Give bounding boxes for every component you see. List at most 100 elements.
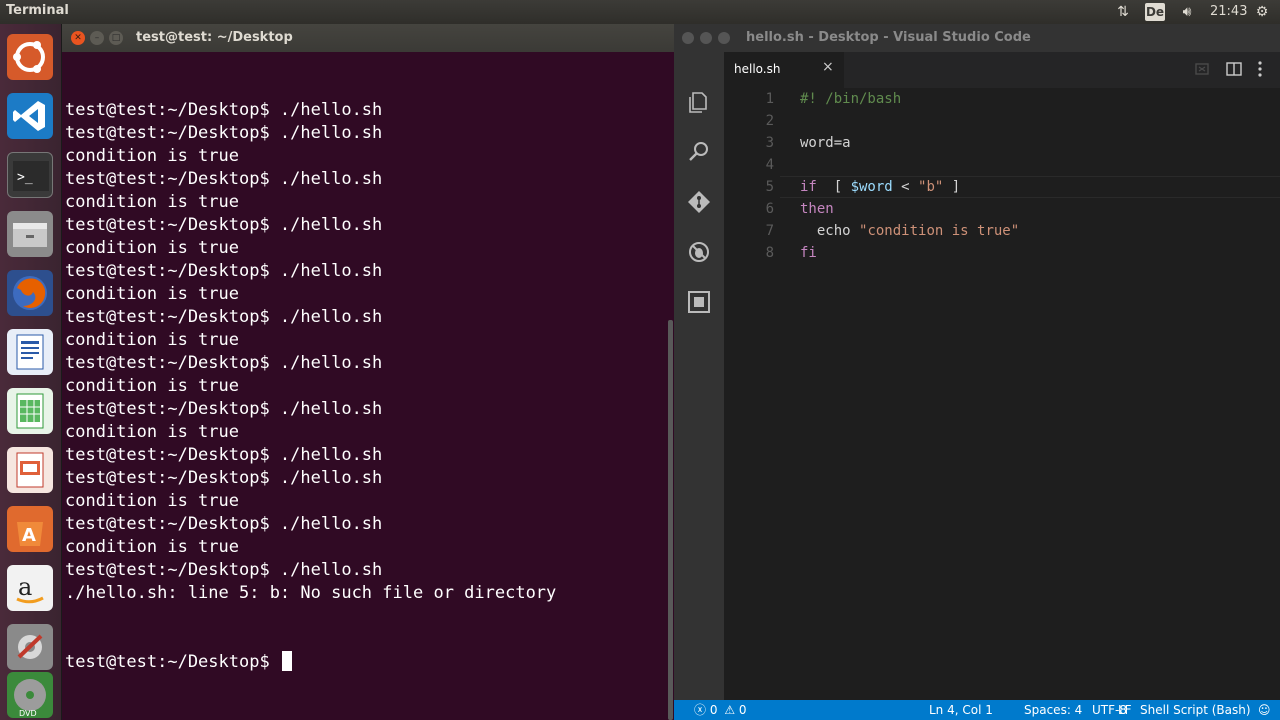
code-line[interactable]: 1 #! /bin/bash — [724, 88, 1280, 110]
cursor-position[interactable]: Ln 4, Col 1 — [929, 700, 993, 720]
code-line[interactable]: 6 then — [724, 198, 1280, 220]
feedback-icon[interactable]: ☺ — [1258, 700, 1271, 720]
volume-icon[interactable]: 🔊︎ — [1176, 2, 1198, 22]
error-count: 0 — [709, 703, 718, 717]
terminal-line: test@test:~/Desktop$ ./hello.sh — [65, 445, 383, 465]
maximize-icon[interactable]: □ — [109, 31, 123, 45]
code-token: "condition is true" — [859, 223, 1020, 239]
code-token: if — [800, 179, 817, 195]
tab-label: hello.sh — [734, 62, 781, 76]
code-line[interactable]: 8 fi — [724, 242, 1280, 264]
system-settings-icon[interactable] — [7, 624, 53, 670]
open-changes-icon[interactable] — [1193, 60, 1211, 78]
terminal-line: test@test:~/Desktop$ ./hello.sh — [65, 514, 383, 534]
code-line[interactable]: 4 — [724, 154, 1280, 176]
status-bar: ⓧ 0 ⚠ 0 Ln 4, Col 1 Spaces: 4 UTF-8 LF S… — [674, 700, 1280, 720]
code-token: word=a — [800, 135, 851, 151]
code-text: fi — [800, 242, 817, 264]
svg-text:DVD: DVD — [19, 709, 37, 718]
code-line[interactable]: 5 if [ $word < "b" ] — [724, 176, 1280, 198]
tab-hello-sh[interactable]: hello.sh × — [724, 52, 844, 88]
debug-icon[interactable] — [685, 238, 713, 266]
terminal-line: condition is true — [65, 422, 239, 442]
line-number: 5 — [765, 179, 774, 195]
more-actions-icon[interactable] — [1251, 60, 1269, 78]
terminal-line: test@test:~/Desktop$ ./hello.sh — [65, 100, 383, 120]
vscode-window[interactable]: hello.sh - Desktop - Visual Studio Code … — [674, 24, 1280, 720]
explorer-icon[interactable] — [685, 88, 713, 116]
maximize-icon[interactable] — [718, 32, 730, 44]
code-line[interactable]: 2 — [724, 110, 1280, 132]
dvd-icon[interactable]: DVD — [7, 672, 53, 718]
line-number: 4 — [765, 157, 774, 173]
line-number: 7 — [765, 223, 774, 239]
amazon-icon[interactable]: a — [7, 565, 53, 611]
code-text: #! /bin/bash — [800, 88, 901, 110]
terminal-line: condition is true — [65, 376, 239, 396]
terminal-prompt-line[interactable]: test@test:~/Desktop$ — [65, 651, 665, 674]
extensions-icon[interactable] — [685, 288, 713, 316]
language-mode[interactable]: Shell Script (Bash) — [1140, 700, 1251, 720]
code-token: echo — [800, 223, 860, 239]
terminal-line: test@test:~/Desktop$ ./hello.sh — [65, 123, 383, 143]
libreoffice-writer-icon[interactable] — [7, 329, 53, 375]
terminal-line: test@test:~/Desktop$ ./hello.sh — [65, 261, 383, 281]
line-number: 8 — [765, 245, 774, 261]
terminal-prompt: test@test:~/Desktop$ — [65, 652, 280, 672]
keyboard-layout-indicator[interactable]: De — [1145, 3, 1165, 21]
close-icon[interactable] — [682, 32, 694, 44]
terminal-line: condition is true — [65, 284, 239, 304]
code-line[interactable]: 7 echo "condition is true" — [724, 220, 1280, 242]
terminal-scrollbar[interactable] — [668, 320, 673, 720]
terminal-line: condition is true — [65, 330, 239, 350]
code-token: "b" — [918, 179, 944, 195]
code-text: echo "condition is true" — [800, 220, 1019, 242]
code-token: < — [892, 179, 919, 195]
terminal-line: condition is true — [65, 238, 239, 258]
indentation[interactable]: Spaces: 4 — [1024, 700, 1082, 720]
terminal-output[interactable]: test@test:~/Desktop$ ./hello.sh test@test… — [65, 53, 665, 713]
minimize-icon[interactable] — [700, 32, 712, 44]
code-line[interactable]: 3 word=a — [724, 132, 1280, 154]
terminal-icon[interactable]: >_ — [7, 152, 53, 198]
libreoffice-impress-icon[interactable] — [7, 447, 53, 493]
network-icon[interactable]: ⇅ — [1113, 2, 1133, 22]
problems-indicator[interactable]: ⓧ 0 ⚠ 0 — [694, 700, 747, 720]
terminal-lines: test@test:~/Desktop$ ./hello.sh test@test… — [65, 99, 665, 605]
split-editor-icon[interactable] — [1225, 60, 1243, 78]
libreoffice-calc-icon[interactable] — [7, 388, 53, 434]
text-cursor — [281, 651, 292, 671]
terminal-line: test@test:~/Desktop$ ./hello.sh — [65, 468, 383, 488]
source-control-icon[interactable] — [685, 188, 713, 216]
vscode-titlebar[interactable]: hello.sh - Desktop - Visual Studio Code — [674, 24, 1280, 52]
clock[interactable]: 21:43 — [1210, 4, 1247, 19]
active-app-title: Terminal — [6, 3, 69, 18]
activity-bar — [674, 52, 724, 700]
code-text: if [ $word < "b" ] — [800, 176, 960, 198]
search-icon[interactable] — [685, 138, 713, 166]
terminal-titlebar[interactable]: ✕ – □ test@test: ~/Desktop — [62, 24, 674, 52]
code-editor[interactable]: 1 #! /bin/bash 2 3 word=a 4 5 if [ $word < "b" … — [724, 88, 1280, 700]
code-token: fi — [800, 245, 817, 261]
software-center-icon[interactable]: A — [7, 506, 53, 552]
files-icon[interactable] — [7, 211, 53, 257]
terminal-line: test@test:~/Desktop$ ./hello.sh — [65, 307, 383, 327]
svg-text:a: a — [18, 573, 32, 601]
warning-count: 0 — [738, 703, 747, 717]
terminal-line: ./hello.sh: line 5: b: No such file or d… — [65, 583, 557, 603]
vscode-icon[interactable] — [7, 93, 53, 139]
error-icon: ⓧ — [694, 703, 707, 717]
code-text: then — [800, 198, 834, 220]
launcher: >_ A a DVD — [0, 24, 62, 720]
minimize-icon[interactable]: – — [90, 31, 104, 45]
ubuntu-dash-icon[interactable] — [7, 34, 53, 80]
code-token: then — [800, 201, 834, 217]
terminal-window[interactable]: ✕ – □ test@test: ~/Desktop test@test:~/D… — [62, 24, 674, 720]
end-of-line[interactable]: LF — [1118, 700, 1132, 720]
terminal-line: test@test:~/Desktop$ ./hello.sh — [65, 560, 383, 580]
close-icon[interactable]: ✕ — [71, 31, 85, 45]
code-token: #! /bin/bash — [800, 91, 902, 107]
firefox-icon[interactable] — [7, 270, 53, 316]
tab-close-icon[interactable]: × — [822, 59, 834, 75]
power-gear-icon[interactable]: ⚙ — [1252, 2, 1272, 22]
